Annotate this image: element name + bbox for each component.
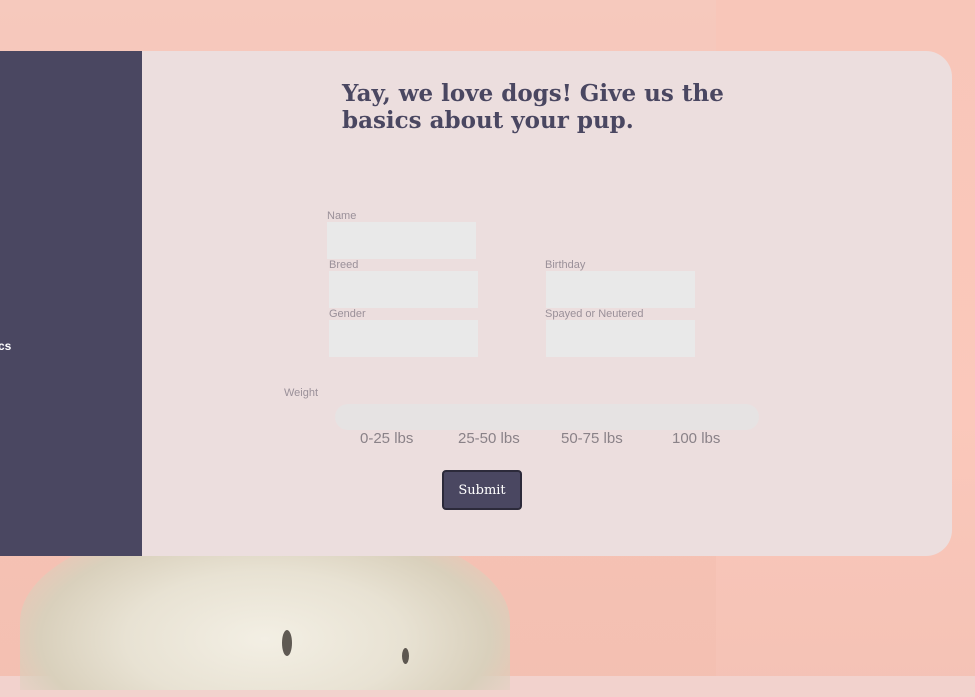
name-input[interactable] bbox=[327, 222, 476, 259]
gender-input[interactable] bbox=[329, 320, 478, 357]
weight-option[interactable]: 0-25 lbs bbox=[360, 430, 413, 447]
birthday-input[interactable] bbox=[546, 271, 695, 308]
birthday-label: Birthday bbox=[545, 259, 586, 271]
submit-button[interactable]: Submit bbox=[442, 470, 522, 510]
weight-label: Weight bbox=[284, 387, 319, 399]
breed-label: Breed bbox=[329, 259, 359, 271]
breed-input[interactable] bbox=[329, 271, 478, 308]
dog-fur-mark bbox=[282, 630, 292, 656]
sidebar-label[interactable]: cs bbox=[0, 339, 11, 353]
sidebar: cs bbox=[0, 51, 142, 556]
dog-fur-mark bbox=[402, 648, 409, 664]
gender-label: Gender bbox=[329, 308, 366, 320]
weight-slider[interactable] bbox=[335, 404, 759, 430]
name-label: Name bbox=[327, 210, 357, 222]
weight-option[interactable]: 100 lbs bbox=[672, 430, 720, 447]
weight-option[interactable]: 25-50 lbs bbox=[458, 430, 520, 447]
spayed-label: Spayed or Neutered bbox=[545, 308, 644, 320]
spayed-input[interactable] bbox=[546, 320, 695, 357]
weight-option[interactable]: 50-75 lbs bbox=[561, 430, 623, 447]
page-title: Yay, we love dogs! Give us the basics ab… bbox=[342, 80, 724, 134]
